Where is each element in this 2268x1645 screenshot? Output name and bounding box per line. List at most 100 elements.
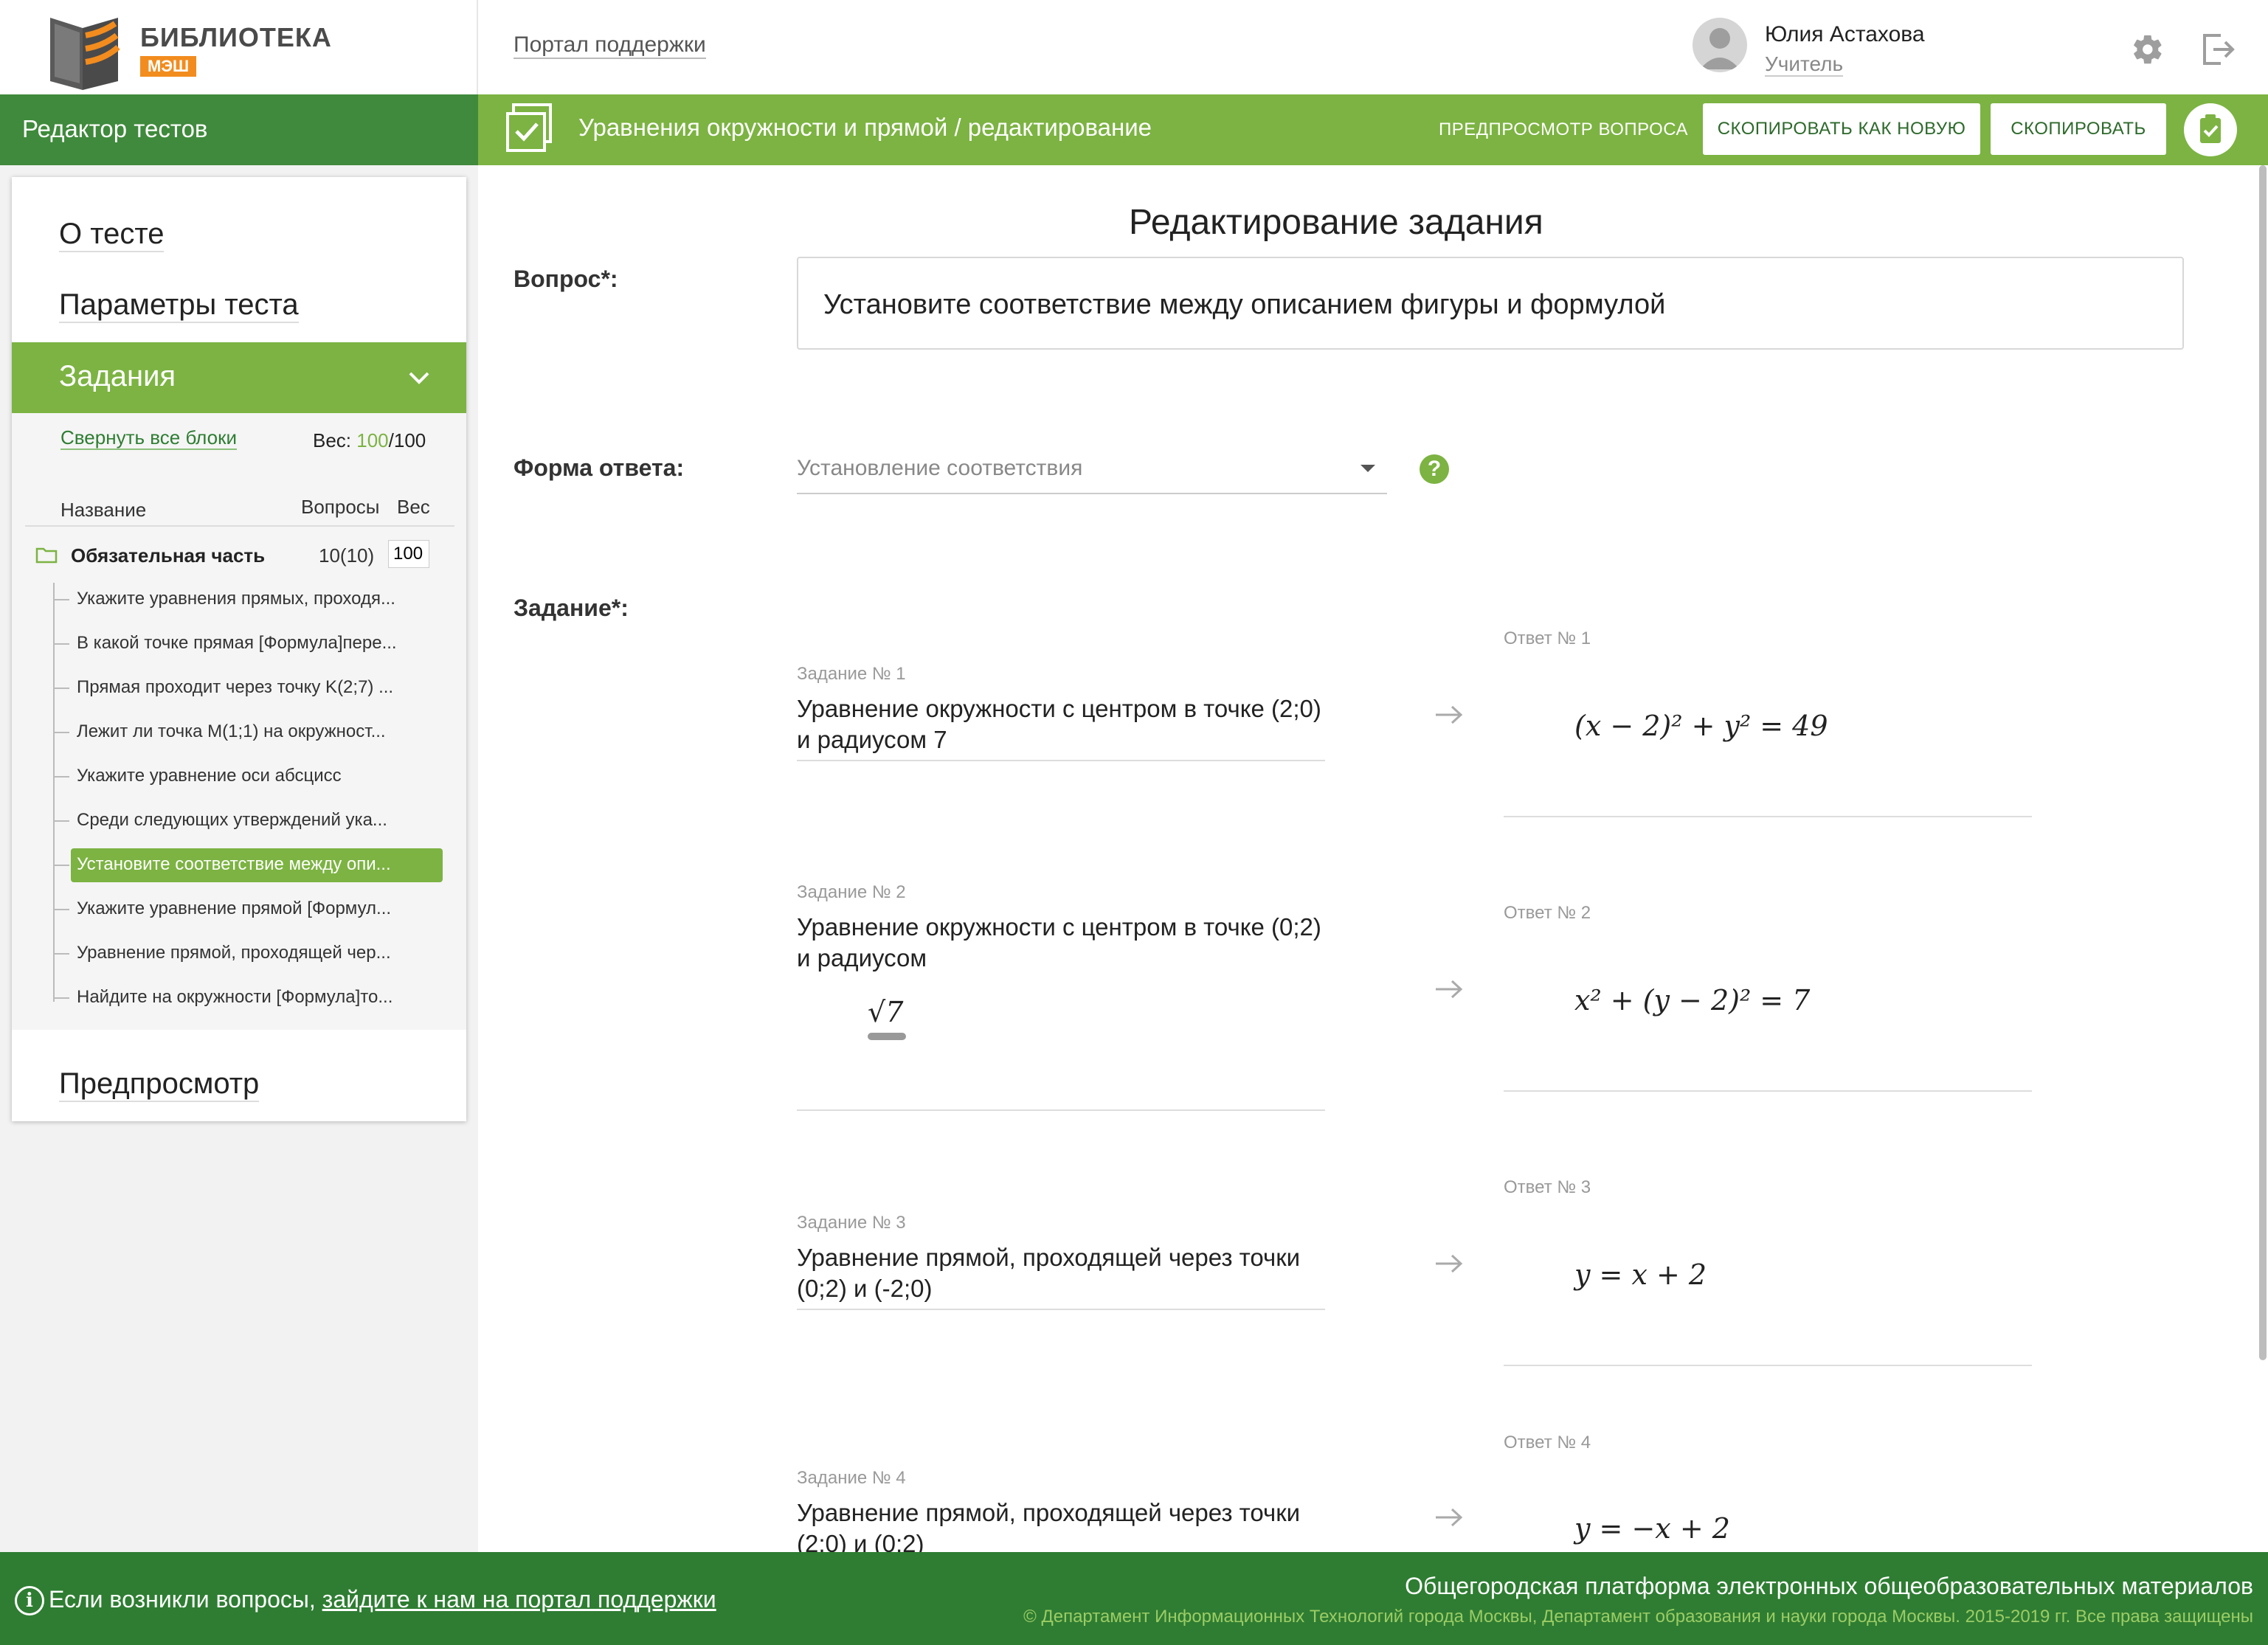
answer-caption: Ответ № 1: [1504, 628, 1591, 648]
group-weight-input[interactable]: [388, 540, 429, 568]
list-item[interactable]: В какой точке прямая [Формула]пере...: [53, 627, 444, 661]
list-item[interactable]: Укажите уравнение оси абсцисс: [53, 760, 444, 794]
task-formula[interactable]: √7: [868, 996, 903, 1028]
folder-icon: [35, 546, 58, 564]
chevron-down-icon[interactable]: [406, 364, 432, 391]
dropdown-arrow-icon[interactable]: [1361, 465, 1375, 472]
group-name[interactable]: Обязательная часть: [71, 544, 265, 567]
question-text: Установите соответствие между описанием …: [823, 289, 1666, 320]
header-divider-line: [25, 525, 454, 527]
sidebar-item-preview[interactable]: Предпросмотр: [59, 1067, 260, 1102]
footer-support-link[interactable]: зайдите к нам на портал поддержки: [322, 1586, 716, 1613]
list-item-label: Укажите уравнения прямых, проходя...: [77, 589, 395, 609]
question-field[interactable]: Установите соответствие между описанием …: [797, 257, 2184, 350]
answer-caption: Ответ № 2: [1504, 903, 1591, 923]
formula-handle[interactable]: [868, 1033, 906, 1040]
list-item[interactable]: Укажите уравнение прямой [Формул...: [53, 893, 444, 927]
list-item[interactable]: Лежит ли точка M(1;1) на окружност...: [53, 716, 444, 749]
logo-title: БИБЛИОТЕКА: [140, 22, 332, 52]
column-header-weight: Вес: [397, 496, 430, 518]
task-label: Задание*:: [514, 595, 629, 621]
copy-as-new-button[interactable]: СКОПИРОВАТЬ КАК НОВУЮ: [1703, 103, 1980, 155]
task-caption: Задание № 4: [797, 1468, 906, 1488]
logo-subtitle: МЭШ: [140, 56, 197, 77]
editor-section-bar: Редактор тестов: [0, 94, 478, 165]
column-header-name: Название: [60, 499, 147, 521]
list-item[interactable]: Найдите на окружности [Формула]то...: [53, 981, 444, 1015]
answer-formula[interactable]: y = −x + 2: [1574, 1512, 1730, 1545]
list-item-label: В какой точке прямая [Формула]пере...: [77, 633, 397, 653]
answer-form-value: Установление соответствия: [797, 456, 1083, 480]
footer-platform: Общегородская платформа электронных обще…: [1405, 1573, 2253, 1599]
list-item[interactable]: Укажите уравнения прямых, проходя...: [53, 583, 444, 617]
total-weight: Вес: 100/100: [313, 429, 426, 452]
header-divider: [477, 0, 478, 94]
list-item-label: Найдите на окружности [Формула]то...: [77, 987, 393, 1007]
user-name: Юлия Астахова: [1765, 22, 1925, 46]
scrollbar[interactable]: [2259, 165, 2267, 1360]
list-item[interactable]: Прямая проходит через точку K(2;7) ...: [53, 671, 444, 705]
answer-form-select[interactable]: Установление соответствия: [797, 450, 1387, 494]
group-question-count: 10(10): [319, 544, 375, 567]
answer-underline: [1504, 1365, 2032, 1366]
weight-prefix: Вес:: [313, 429, 357, 451]
list-item-label: Уравнение прямой, проходящей чер...: [77, 943, 391, 963]
list-item[interactable]: Среди следующих утверждений ука...: [53, 804, 444, 838]
footer-copyright: © Департамент Информационных Технологий …: [1023, 1607, 2253, 1627]
page-title: Редактирование задания: [1129, 203, 1543, 242]
column-header-questions: Вопросы: [301, 496, 380, 518]
info-icon: i: [15, 1586, 44, 1615]
library-logo-icon[interactable]: [44, 10, 125, 90]
gear-icon[interactable]: [2131, 32, 2165, 66]
task-text[interactable]: Уравнение прямой, проходящей через точки…: [797, 1497, 1328, 1559]
weight-value: 100: [356, 429, 389, 451]
editor-section-title: Редактор тестов: [22, 115, 208, 142]
list-item-label: Прямая проходит через точку K(2;7) ...: [77, 677, 394, 697]
answer-underline: [1504, 816, 2032, 817]
test-title: Уравнения окружности и прямой / редактир…: [578, 114, 1152, 141]
logout-icon[interactable]: [2200, 32, 2236, 66]
list-item-label: Среди следующих утверждений ука...: [77, 810, 387, 830]
user-role[interactable]: Учитель: [1765, 53, 1844, 77]
answer-caption: Ответ № 4: [1504, 1433, 1591, 1452]
top-header: [0, 0, 2268, 94]
arrow-right-icon: [1434, 978, 1464, 1000]
task-caption: Задание № 2: [797, 882, 906, 902]
footer-help: Если возникли вопросы, зайдите к нам на …: [49, 1586, 716, 1613]
list-item-label: Укажите уравнение оси абсцисс: [77, 766, 342, 786]
question-preview-button[interactable]: ПРЕДПРОСМОТР ВОПРОСА: [1439, 120, 1688, 140]
list-item-selected[interactable]: Установите соответствие между опи...: [53, 848, 444, 882]
answer-form-label: Форма ответа:: [514, 454, 685, 481]
sidebar-item-about[interactable]: О тесте: [59, 217, 165, 252]
task-text[interactable]: Уравнение окружности с центром в точке (…: [797, 693, 1328, 755]
help-icon[interactable]: ?: [1420, 454, 1449, 484]
sidebar-item-params[interactable]: Параметры теста: [59, 288, 299, 323]
list-item-label: Лежит ли точка M(1;1) на окружност...: [77, 721, 386, 741]
task-caption: Задание № 3: [797, 1213, 906, 1233]
task-underline: [797, 1109, 1325, 1111]
arrow-right-icon: [1434, 1506, 1464, 1528]
list-item[interactable]: Уравнение прямой, проходящей чер...: [53, 937, 444, 971]
answer-formula[interactable]: y = x + 2: [1574, 1258, 1707, 1291]
answer-formula[interactable]: (x − 2)² + y² = 49: [1574, 710, 1828, 742]
avatar[interactable]: [1693, 18, 1747, 72]
task-underline: [797, 760, 1325, 761]
task-text[interactable]: Уравнение прямой, проходящей через точки…: [797, 1242, 1328, 1304]
save-clipboard-check-icon[interactable]: [2184, 103, 2237, 156]
answer-formula[interactable]: x² + (y − 2)² = 7: [1574, 984, 1810, 1017]
task-caption: Задание № 1: [797, 664, 906, 684]
collapse-all-link[interactable]: Свернуть все блоки: [60, 426, 238, 450]
list-item-label: Укажите уравнение прямой [Формул...: [77, 898, 392, 918]
arrow-right-icon: [1434, 1253, 1464, 1275]
footer-help-text: Если возникли вопросы,: [49, 1586, 322, 1613]
list-item-label: Установите соответствие между опи...: [77, 854, 391, 874]
test-checklist-icon: [505, 103, 553, 153]
answer-caption: Ответ № 3: [1504, 1177, 1591, 1197]
sidebar-item-tasks[interactable]: Задания: [12, 342, 466, 413]
support-portal-link[interactable]: Портал поддержки: [514, 32, 706, 59]
task-text[interactable]: Уравнение окружности с центром в точке (…: [797, 912, 1328, 974]
arrow-right-icon: [1434, 704, 1464, 726]
copy-button[interactable]: СКОПИРОВАТЬ: [1991, 103, 2166, 155]
weight-total: /100: [388, 429, 426, 451]
question-label: Вопрос*:: [514, 266, 618, 292]
